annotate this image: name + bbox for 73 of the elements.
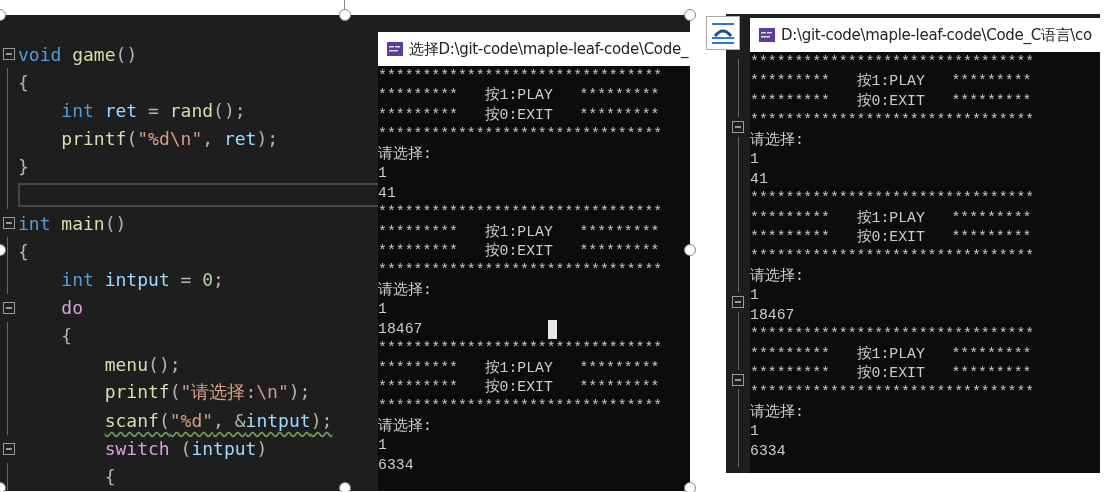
code-line: int ret = rand(); — [60, 99, 246, 121]
collapse-icon[interactable] — [732, 295, 744, 308]
code-line: menu(); — [103, 353, 181, 375]
code-line: printf("请选择:\n"); — [103, 380, 311, 405]
console-line: ********* 按1:PLAY ********* — [750, 344, 1032, 364]
resize-handle[interactable] — [339, 482, 351, 492]
console-line: ********* 按0:EXIT ********* — [750, 364, 1032, 383]
code-line: { — [18, 240, 29, 262]
code-line: printf("%d\n", ret); — [60, 128, 279, 150]
console-line: ******************************** — [378, 67, 663, 86]
console-line: 请选择: — [750, 130, 804, 150]
code-line: scanf("%d", &intput); — [103, 410, 333, 432]
console-line: ******************************** — [750, 325, 1035, 345]
collapse-icon[interactable] — [3, 442, 15, 455]
console-line: ******************************** — [378, 203, 663, 223]
console-line: 1 — [378, 300, 387, 320]
console-line: 请选择: — [750, 402, 804, 422]
console-line: 41 — [378, 183, 396, 203]
collapse-icon[interactable] — [3, 217, 15, 230]
console-line: ********* 按0:EXIT ********* — [378, 241, 660, 261]
code-line: { — [18, 71, 29, 93]
code-line: { — [60, 325, 73, 347]
console-line: 1 — [750, 150, 759, 170]
console-line: 请选择: — [378, 280, 432, 300]
console-line: 1 — [378, 436, 387, 456]
window-title: 选择D:\git-code\maple-leaf-code\Code_ — [409, 39, 689, 59]
code-line: do — [60, 297, 84, 319]
code-line: switch (intput) — [103, 438, 268, 460]
layout-options-icon[interactable] — [706, 16, 740, 50]
console-line: 请选择: — [378, 416, 432, 436]
console-line: 6334 — [378, 455, 414, 475]
console-line: ********* 按1:PLAY ********* — [750, 208, 1032, 228]
console-line: ********* 按1:PLAY ********* — [378, 86, 660, 106]
console-line: 1 — [750, 422, 759, 442]
code-line: { — [103, 466, 116, 488]
collapse-icon[interactable] — [3, 48, 15, 61]
console-line: 18467 — [378, 319, 423, 339]
console-line: ********* 按1:PLAY ********* — [378, 358, 660, 378]
console-line: 1 — [378, 164, 387, 184]
console-line: 请选择: — [378, 144, 432, 164]
console-app-icon — [759, 28, 775, 42]
collapse-icon[interactable] — [732, 121, 744, 134]
console-line: 41 — [750, 169, 768, 189]
console-line: 18467 — [750, 305, 795, 325]
code-line: int intput = 0; — [60, 269, 224, 291]
console-app-icon — [387, 42, 403, 56]
console-line: ******************************** — [378, 125, 663, 145]
code-line: void game() — [18, 43, 138, 65]
console-line: 1 — [750, 286, 759, 306]
console-line: ********* 按0:EXIT ********* — [378, 378, 660, 397]
resize-handle[interactable] — [339, 9, 351, 21]
console-line: ******************************** — [750, 247, 1035, 267]
console-line: ********* 按0:EXIT ********* — [750, 227, 1032, 247]
console-line: ********* 按0:EXIT ********* — [378, 105, 660, 125]
code-line: } — [18, 156, 29, 178]
console-line: ******************************** — [750, 53, 1035, 72]
console-line: ********* 按1:PLAY ********* — [750, 72, 1032, 92]
console-line: ******************************** — [750, 383, 1035, 403]
resize-handle[interactable] — [684, 482, 696, 492]
window-title: D:\git-code\maple-leaf-code\Code_C语言\co — [781, 25, 1092, 45]
console-line: ******************************** — [378, 397, 663, 417]
resize-handle[interactable] — [684, 9, 696, 21]
console-line: 请选择: — [750, 266, 804, 286]
collapse-icon[interactable] — [3, 301, 15, 314]
console-line: ******************************** — [378, 339, 663, 359]
collapse-icon[interactable] — [732, 373, 744, 386]
console-line: ******************************** — [750, 111, 1035, 131]
console-line: ********* 按1:PLAY ********* — [378, 222, 660, 242]
code-line: int main() — [18, 212, 127, 234]
console-line: ******************************** — [378, 261, 663, 281]
console-line: 6334 — [750, 441, 786, 461]
console-line: ******************************** — [750, 189, 1035, 209]
console-line: ********* 按0:EXIT ********* — [750, 91, 1032, 111]
